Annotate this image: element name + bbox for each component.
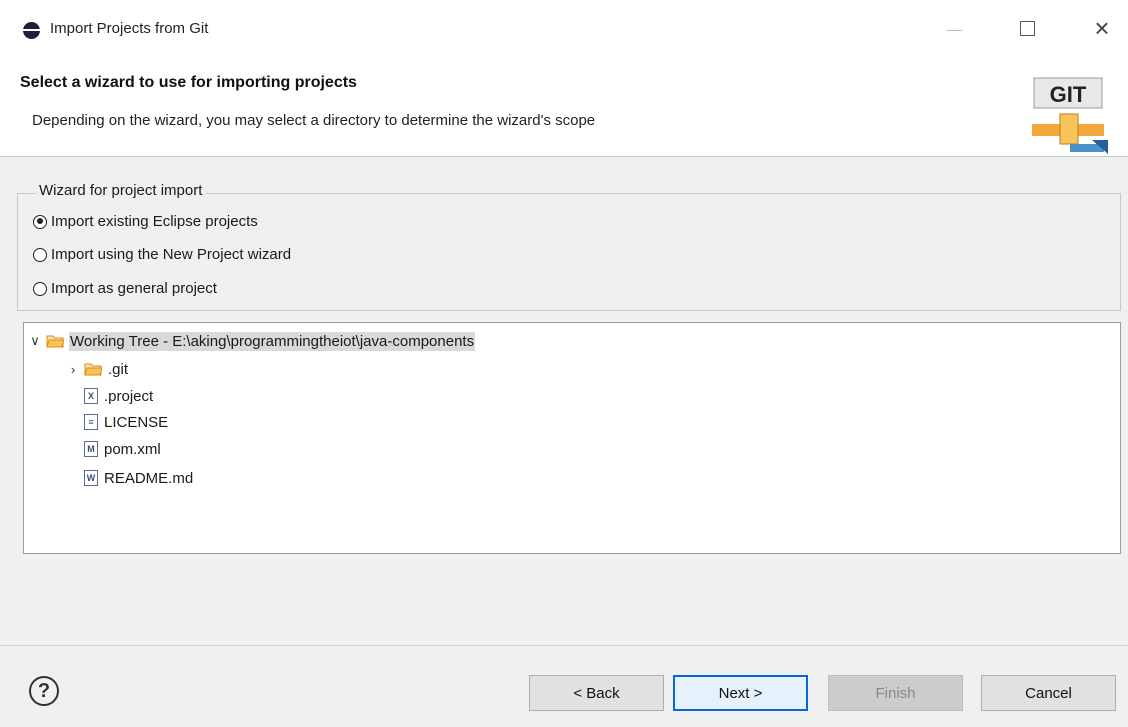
tree-item-label: pom.xml	[104, 440, 161, 458]
radio-label: Import as general project	[51, 280, 217, 297]
tree-item-label: LICENSE	[104, 413, 169, 431]
chevron-down-icon[interactable]: ∨	[29, 333, 41, 349]
tree-item-label: .project	[104, 387, 154, 405]
radio-checked-icon[interactable]	[33, 214, 47, 229]
radio-import-new-project-wizard[interactable]: Import using the New Project wizard	[33, 246, 291, 263]
xml-file-icon: X	[84, 388, 98, 404]
minimize-button[interactable]	[946, 30, 962, 31]
document-file-icon: W	[84, 470, 98, 486]
next-button[interactable]: Next >	[673, 675, 808, 711]
radio-import-existing[interactable]: Import existing Eclipse projects	[33, 213, 258, 230]
title-bar: Import Projects from Git ×	[0, 0, 1128, 58]
radio-label: Import existing Eclipse projects	[51, 213, 258, 230]
project-tree[interactable]: ∨ Working Tree - E:\aking\programmingthe…	[23, 322, 1121, 554]
wizard-header: Select a wizard to use for importing pro…	[0, 58, 1128, 157]
help-button[interactable]: ?	[29, 676, 59, 706]
button-bar-divider	[0, 645, 1128, 646]
tree-item-git-folder[interactable]: › .git	[67, 357, 129, 381]
close-button[interactable]: ×	[1088, 14, 1116, 42]
tree-item-label: README.md	[104, 469, 194, 487]
header-title: Select a wizard to use for importing pro…	[20, 74, 357, 91]
open-folder-icon	[84, 363, 102, 376]
text-file-icon: ≡	[84, 414, 98, 430]
header-description: Depending on the wizard, you may select …	[32, 112, 596, 129]
chevron-right-icon[interactable]: ›	[67, 362, 79, 377]
open-folder-icon	[46, 335, 64, 348]
radio-import-general-project[interactable]: Import as general project	[33, 280, 217, 297]
finish-button[interactable]: Finish	[828, 675, 963, 711]
maven-file-icon: M	[84, 441, 98, 457]
radio-label: Import using the New Project wizard	[51, 246, 292, 263]
eclipse-app-icon	[23, 22, 40, 39]
tree-root-working-tree[interactable]: ∨ Working Tree - E:\aking\programmingthe…	[29, 329, 476, 353]
window-title: Import Projects from Git	[50, 20, 209, 37]
tree-item-readme-file[interactable]: W README.md	[84, 466, 194, 490]
back-button[interactable]: < Back	[529, 675, 664, 711]
git-logo-text: GIT	[1050, 82, 1087, 107]
cancel-button[interactable]: Cancel	[981, 675, 1116, 711]
radio-unchecked-icon[interactable]	[33, 281, 47, 296]
radio-unchecked-icon[interactable]	[33, 247, 47, 262]
group-legend: Wizard for project import	[36, 182, 206, 199]
tree-item-license-file[interactable]: ≡ LICENSE	[84, 410, 169, 434]
tree-item-project-file[interactable]: X .project	[84, 384, 154, 408]
git-logo-icon: GIT	[1032, 77, 1108, 154]
tree-item-pom-file[interactable]: M pom.xml	[84, 437, 162, 461]
maximize-button[interactable]	[1020, 21, 1035, 36]
tree-item-label: Working Tree - E:\aking\programmingtheio…	[69, 331, 476, 351]
tree-item-label: .git	[108, 360, 129, 378]
